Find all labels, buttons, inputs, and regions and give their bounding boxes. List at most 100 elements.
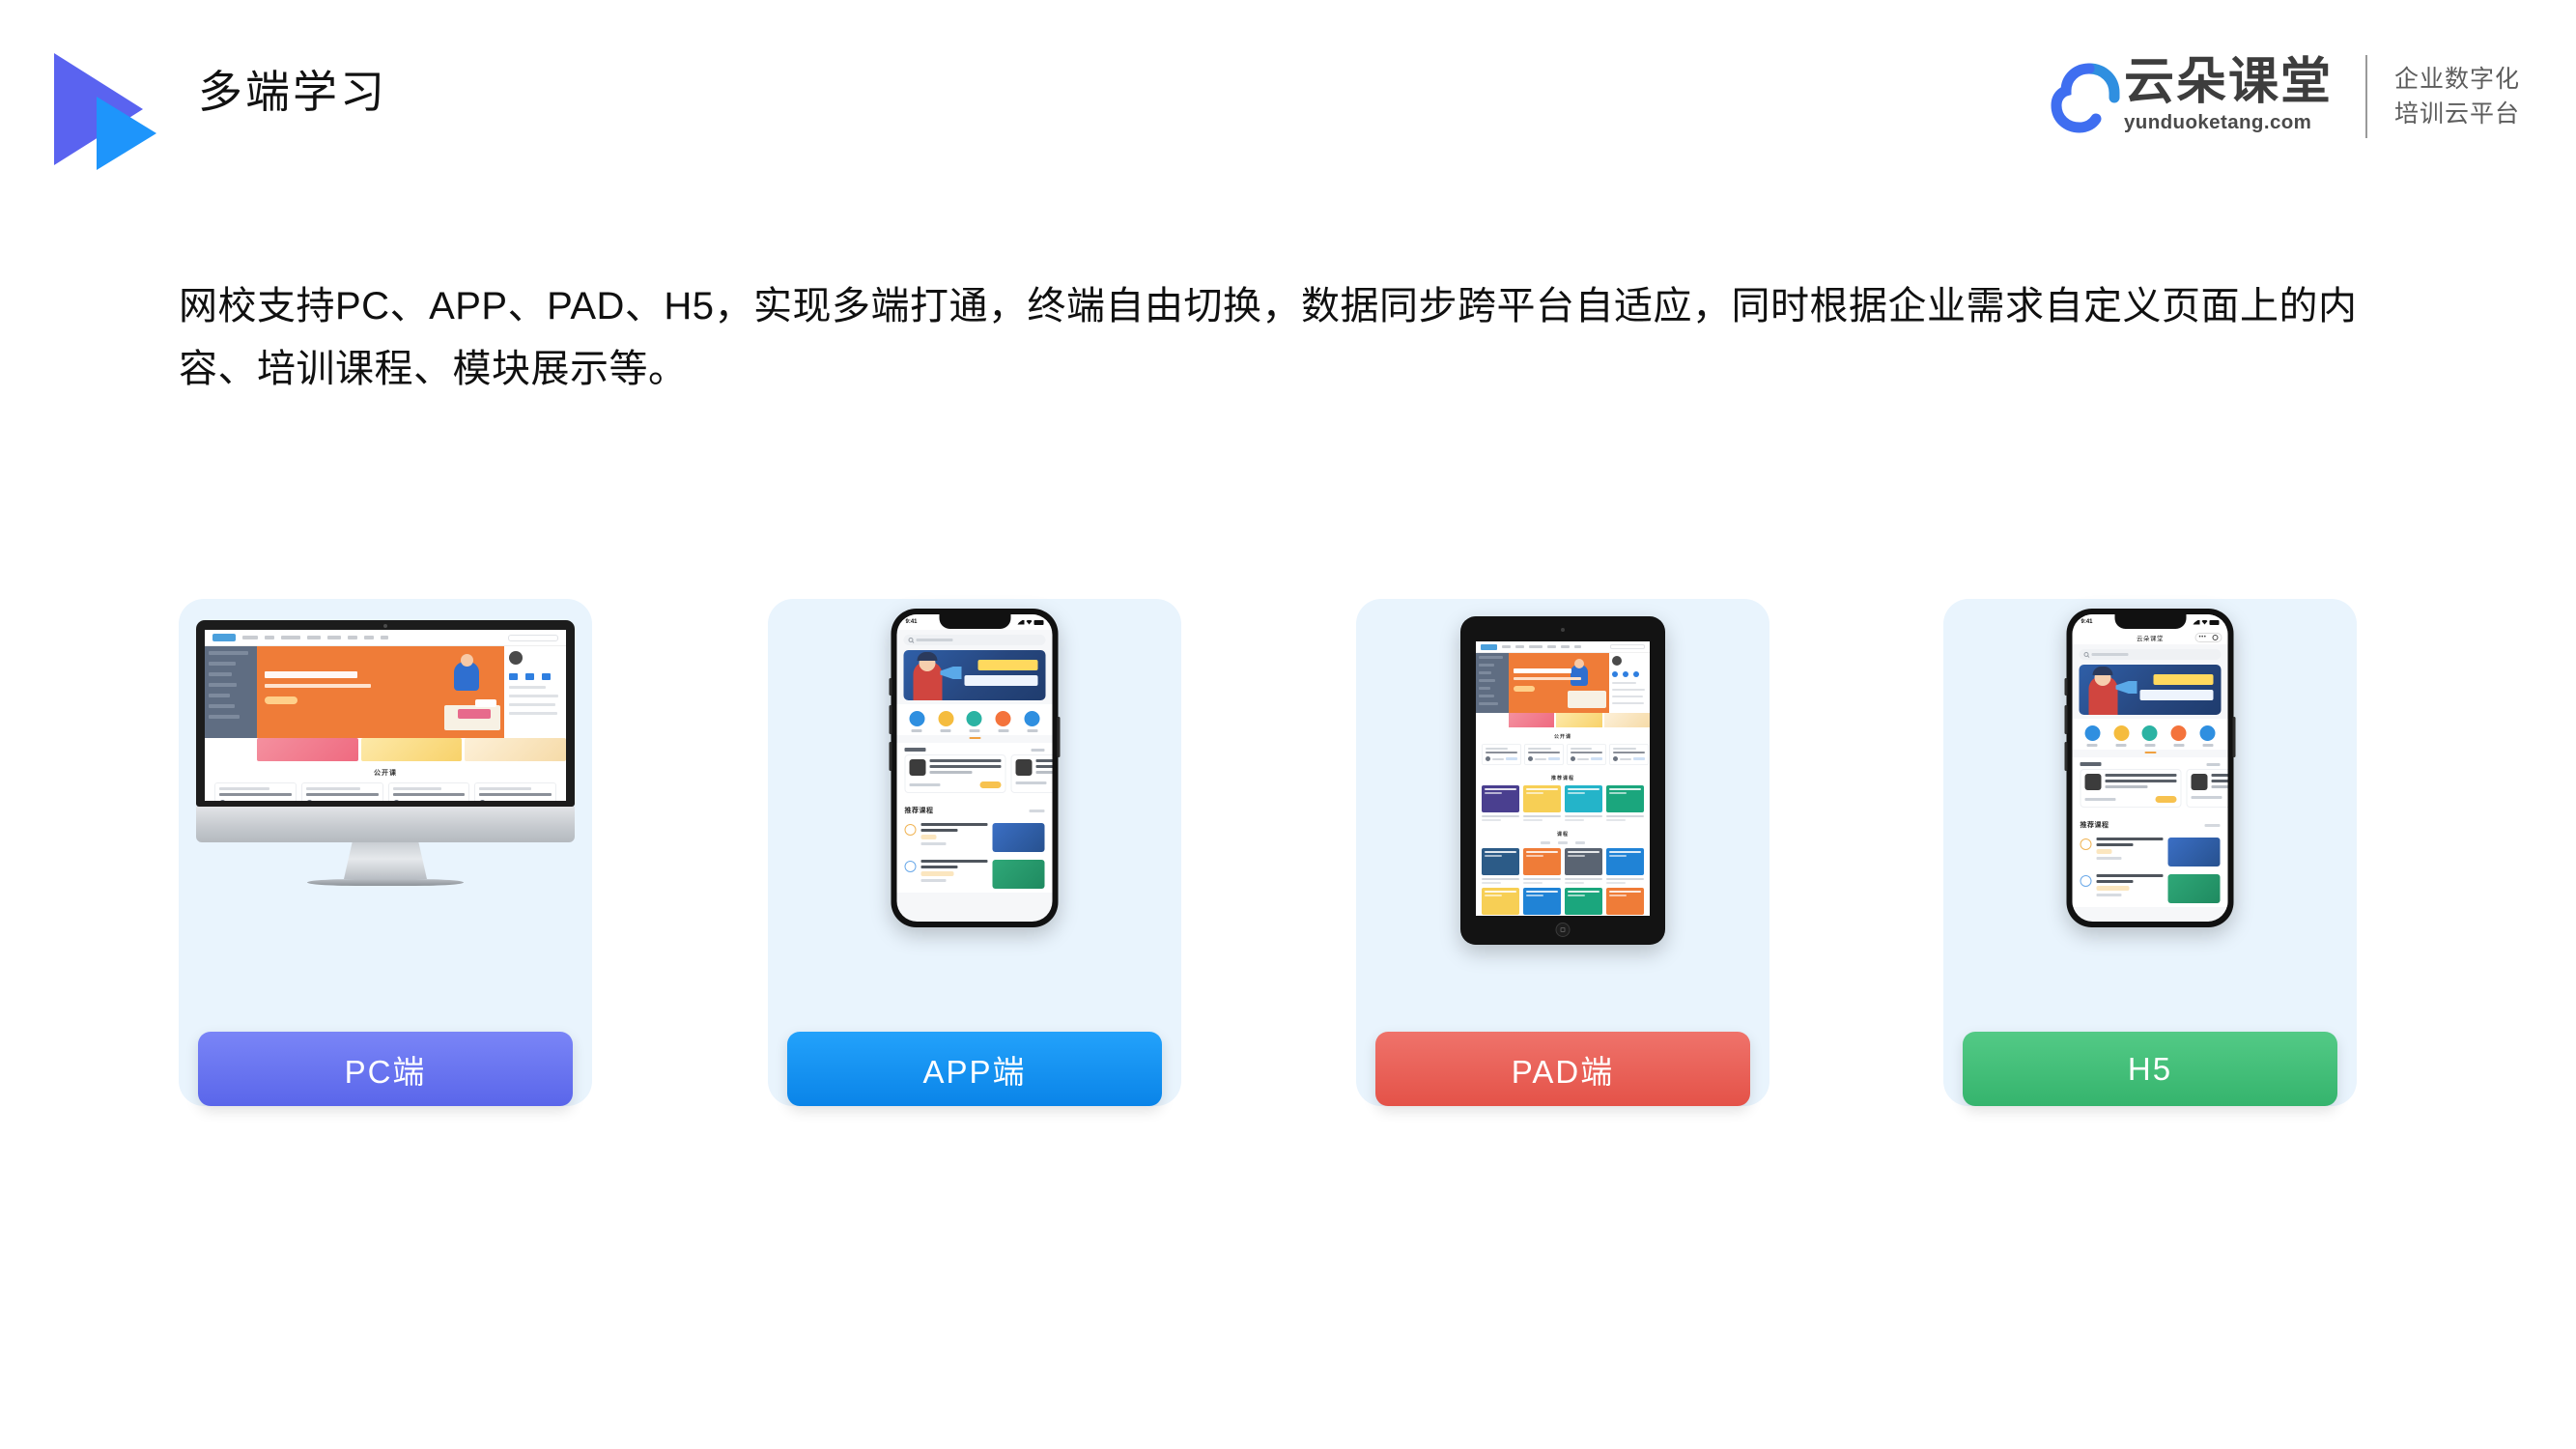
imac-bezel: 公开课: [196, 620, 575, 807]
play-arrow-logo: [46, 53, 162, 171]
h5-device: 9:41 云朵课堂 ••• 推荐课程: [1943, 599, 2357, 1005]
site-nav-item: [265, 636, 274, 639]
site-search-box: [508, 634, 558, 641]
promo-banner: [1556, 713, 1602, 727]
banner-headline-2: [2139, 690, 2214, 700]
recommend-item: [2072, 834, 2228, 870]
recommend-thumbnail: [992, 860, 1045, 889]
phone-volume-down: [2064, 742, 2068, 771]
signal-icon: [2193, 619, 2200, 625]
course-card: [214, 782, 297, 801]
nav-icon-live: [995, 711, 1011, 732]
brand-name-cn: 云朵课堂: [2123, 54, 2333, 111]
nav-icon-favorites: [966, 711, 982, 732]
promo-banner: [465, 738, 566, 761]
course-card: [904, 754, 1006, 793]
signal-icon: [1017, 619, 1025, 625]
card-h5[interactable]: 9:41 云朵课堂 ••• 推荐课程 H5: [1943, 599, 2357, 1106]
site-nav-item: [327, 636, 341, 639]
hero-illustration-head: [461, 654, 473, 667]
hero-headline: [265, 671, 357, 678]
site-promo-banners: [205, 738, 566, 761]
card-pc[interactable]: 公开课 PC端: [179, 599, 592, 1106]
wechat-capsule[interactable]: •••: [2194, 633, 2222, 642]
recommend-thumbnail: [2167, 874, 2221, 903]
phone-volume-down: [889, 742, 892, 771]
nav-icon-favorites: [2141, 725, 2158, 747]
banner-headline-1: [2153, 674, 2214, 685]
promo-banner: [1603, 713, 1650, 727]
more-dots-icon: •••: [2198, 635, 2207, 640]
brand-tagline: 企业数字化 培训云平台: [2394, 62, 2520, 132]
sidebar-text-line: [509, 695, 559, 697]
status-icons: [2193, 619, 2220, 625]
search-placeholder: [2091, 653, 2129, 656]
avatar: [509, 651, 523, 665]
filter-tab: [1575, 841, 1585, 844]
sidebar-item: [209, 704, 235, 708]
site-sidebar: [205, 646, 257, 738]
sidebar-item: [209, 662, 236, 666]
description-text: 网校支持PC、APP、PAD、H5，实现多端打通，终端自由切换，数据同步跨平台自…: [179, 285, 2358, 390]
sidebar-text-line: [509, 712, 557, 715]
tablet-screen: 公开课 推荐课程 课程: [1476, 641, 1650, 916]
grid-card: [1482, 887, 1519, 917]
phone-volume-up: [889, 705, 892, 734]
recommend-thumbnail: [992, 823, 1045, 852]
nav-icon-live: [2170, 725, 2187, 747]
status-time: 9:41: [905, 619, 918, 625]
grid-card: [1565, 785, 1602, 821]
course-carousel: [2072, 769, 2228, 813]
recommend-item: [896, 856, 1053, 893]
grid-card: [1565, 847, 1602, 884]
tablet-navbar: [1476, 641, 1650, 653]
section-courses: 课程: [1556, 832, 1569, 838]
hero-illustration-book2: [458, 709, 491, 719]
brand-logo-main: 云朵课堂 yunduoketang.com: [2051, 54, 2333, 133]
h5-button[interactable]: H5: [1963, 1032, 2337, 1106]
grid-card: [1565, 887, 1602, 917]
grid-card: [1523, 847, 1561, 884]
pad-button[interactable]: PAD端: [1375, 1032, 1750, 1106]
grid-card: [1482, 847, 1519, 884]
phone-notch: [2114, 614, 2186, 629]
promo-banner: [360, 738, 463, 761]
site-logo-icon: [1481, 643, 1497, 650]
course-card: [2080, 769, 2182, 808]
site-nav-item: [281, 636, 300, 639]
banner-headline-1: [977, 660, 1038, 670]
hero-illustration-book3: [475, 699, 496, 707]
nav-active-indicator: [2144, 752, 2156, 753]
clock-icon: [904, 861, 917, 872]
sidebar-item: [209, 694, 231, 697]
iphone-h5: 9:41 云朵课堂 ••• 推荐课程: [2064, 609, 2236, 927]
promo-banner: [1509, 713, 1555, 727]
megaphone-icon: [2115, 681, 2137, 694]
hero-cta-button: [265, 696, 297, 704]
app-button[interactable]: APP端: [787, 1032, 1162, 1106]
pc-button[interactable]: PC端: [198, 1032, 573, 1106]
site-nav-item: [307, 636, 321, 639]
nav-icon-course-pack: [938, 711, 954, 732]
grid-card: [1482, 785, 1519, 821]
clock-icon: [2080, 838, 2092, 850]
more-link: [2206, 762, 2221, 766]
recommend-header: 推荐课程: [896, 799, 1053, 819]
status-icons: [1017, 619, 1044, 625]
card-pad[interactable]: 公开课 推荐课程 课程 PAD端: [1356, 599, 1769, 1106]
battery-icon: [1033, 619, 1044, 625]
course-card: [474, 782, 556, 801]
nav-icon-courses: [909, 711, 925, 732]
app-screen: 9:41 推荐课程: [896, 614, 1053, 922]
page-title: 多端学习: [198, 67, 387, 117]
section-public-course: 公开课: [1553, 734, 1571, 740]
sidebar-text-line: [509, 703, 555, 706]
card-app[interactable]: 9:41 推荐课程 APP端: [768, 599, 1181, 1106]
logo-divider: [2364, 55, 2367, 138]
sidebar-item: [209, 651, 249, 655]
home-button[interactable]: [1555, 923, 1571, 937]
site-quick-icons: [509, 673, 561, 680]
phone-mute-switch: [2064, 678, 2068, 696]
course-card: [1010, 754, 1053, 793]
grid-card: [1606, 887, 1644, 917]
